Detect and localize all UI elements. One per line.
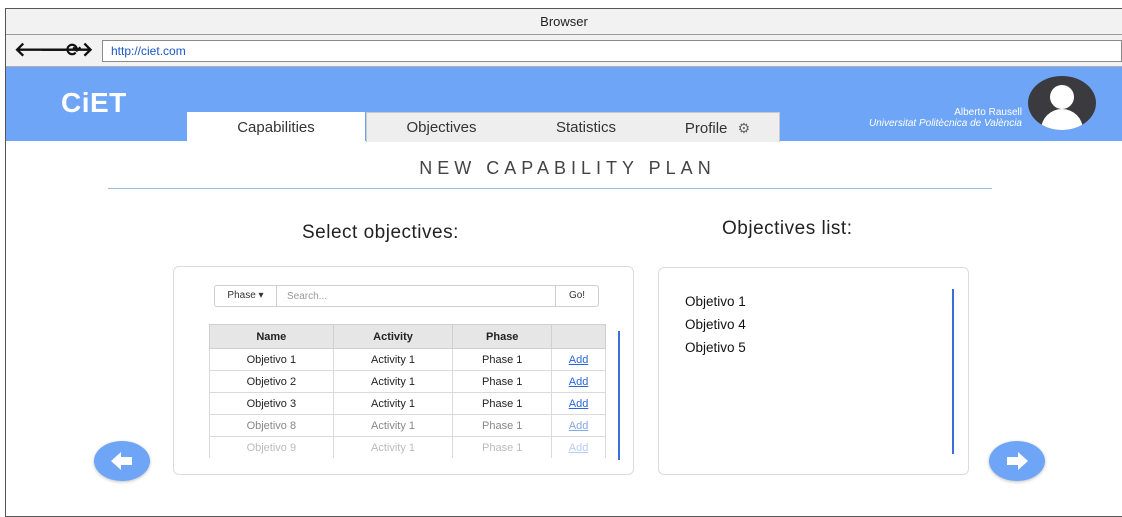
cell-activity: Activity 1 <box>332 370 454 393</box>
cell-name: Objetivo 3 <box>209 392 334 415</box>
cell-phase: Phase 1 <box>452 370 553 393</box>
phase-dropdown[interactable]: Phase ▾ <box>214 285 277 307</box>
search-input[interactable] <box>276 285 556 307</box>
objectives-table-container: Name Activity Phase Objetivo 1 Activity … <box>209 324 606 458</box>
list-item[interactable]: Objetivo 1 <box>685 290 746 313</box>
cell-activity: Activity 1 <box>332 392 454 415</box>
user-organization: Universitat Politècnica de València <box>868 118 1022 129</box>
cell-action: Add <box>551 436 606 458</box>
go-button[interactable]: Go! <box>555 285 599 307</box>
tab-capabilities[interactable]: Capabilities <box>187 112 365 142</box>
cell-activity: Activity 1 <box>332 436 454 458</box>
app-logo[interactable]: CiET <box>61 87 127 119</box>
add-link[interactable]: Add <box>569 442 589 454</box>
objectives-list-panel: Objetivo 1 Objetivo 4 Objetivo 5 <box>658 267 969 475</box>
add-link[interactable]: Add <box>569 398 589 410</box>
cell-name: Objetivo 8 <box>209 414 334 437</box>
table-scrollbar[interactable] <box>618 331 620 460</box>
previous-button[interactable] <box>94 441 150 481</box>
arrow-right-icon <box>1007 452 1028 470</box>
add-link[interactable]: Add <box>569 354 589 366</box>
app-header: CiET Capabilities Objectives Statistics … <box>6 67 1122 142</box>
avatar-head-shape <box>1050 85 1074 109</box>
table-row: Objetivo 3 Activity 1 Phase 1 Add <box>209 392 606 415</box>
select-objectives-panel: Phase ▾ Go! Name Activity Phase Objetivo… <box>173 266 634 475</box>
column-header-name: Name <box>209 324 334 349</box>
title-divider <box>108 188 992 189</box>
cell-name: Objetivo 2 <box>209 370 334 393</box>
cell-action: Add <box>551 348 606 371</box>
selected-objectives-list: Objetivo 1 Objetivo 4 Objetivo 5 <box>685 290 746 359</box>
cell-name: Objetivo 9 <box>209 436 334 458</box>
table-row: Objetivo 2 Activity 1 Phase 1 Add <box>209 370 606 393</box>
browser-toolbar: 🡐 🡒 ⟳ http://ciet.com <box>6 35 1122 67</box>
objectives-list-heading: Objectives list: <box>722 218 853 239</box>
cell-action: Add <box>551 392 606 415</box>
avatar[interactable] <box>1028 76 1096 130</box>
gears-icon: ⚙ <box>737 120 751 136</box>
cell-phase: Phase 1 <box>452 348 553 371</box>
table-row: Objetivo 1 Activity 1 Phase 1 Add <box>209 348 606 371</box>
cell-action: Add <box>551 370 606 393</box>
column-header-activity: Activity <box>332 324 454 349</box>
avatar-body-shape <box>1041 109 1083 130</box>
cell-activity: Activity 1 <box>332 348 454 371</box>
reload-icon[interactable]: ⟳ <box>66 39 81 61</box>
cell-name: Objetivo 1 <box>209 348 334 371</box>
table-row: Objetivo 8 Activity 1 Phase 1 Add <box>209 414 606 437</box>
list-item[interactable]: Objetivo 4 <box>685 313 746 336</box>
cell-phase: Phase 1 <box>452 436 553 458</box>
cell-action: Add <box>551 414 606 437</box>
tab-objectives[interactable]: Objectives <box>366 112 516 142</box>
arrow-left-icon <box>111 452 132 470</box>
user-info: Alberto Rausell Universitat Politècnica … <box>869 107 1022 129</box>
address-bar[interactable]: http://ciet.com <box>102 40 1122 62</box>
page-title: NEW CAPABILITY PLAN <box>419 158 716 178</box>
tab-profile[interactable]: Profile ⚙ <box>656 112 780 142</box>
cell-activity: Activity 1 <box>332 414 454 437</box>
add-link[interactable]: Add <box>569 420 589 432</box>
next-button[interactable] <box>989 441 1045 481</box>
add-link[interactable]: Add <box>569 376 589 388</box>
user-name: Alberto Rausell <box>954 107 1022 118</box>
tab-profile-label: Profile <box>684 120 728 137</box>
tab-statistics[interactable]: Statistics <box>516 112 656 142</box>
objectives-table: Name Activity Phase Objetivo 1 Activity … <box>209 324 606 458</box>
select-objectives-heading: Select objectives: <box>302 222 459 243</box>
list-scrollbar[interactable] <box>952 289 954 454</box>
cell-phase: Phase 1 <box>452 392 553 415</box>
column-header-action <box>551 324 606 349</box>
cell-phase: Phase 1 <box>452 414 553 437</box>
list-item[interactable]: Objetivo 5 <box>685 336 746 359</box>
table-row: Objetivo 9 Activity 1 Phase 1 Add <box>209 436 606 458</box>
table-header-row: Name Activity Phase <box>209 324 606 349</box>
window-title: Browser <box>6 9 1122 35</box>
column-header-phase: Phase <box>452 324 553 349</box>
